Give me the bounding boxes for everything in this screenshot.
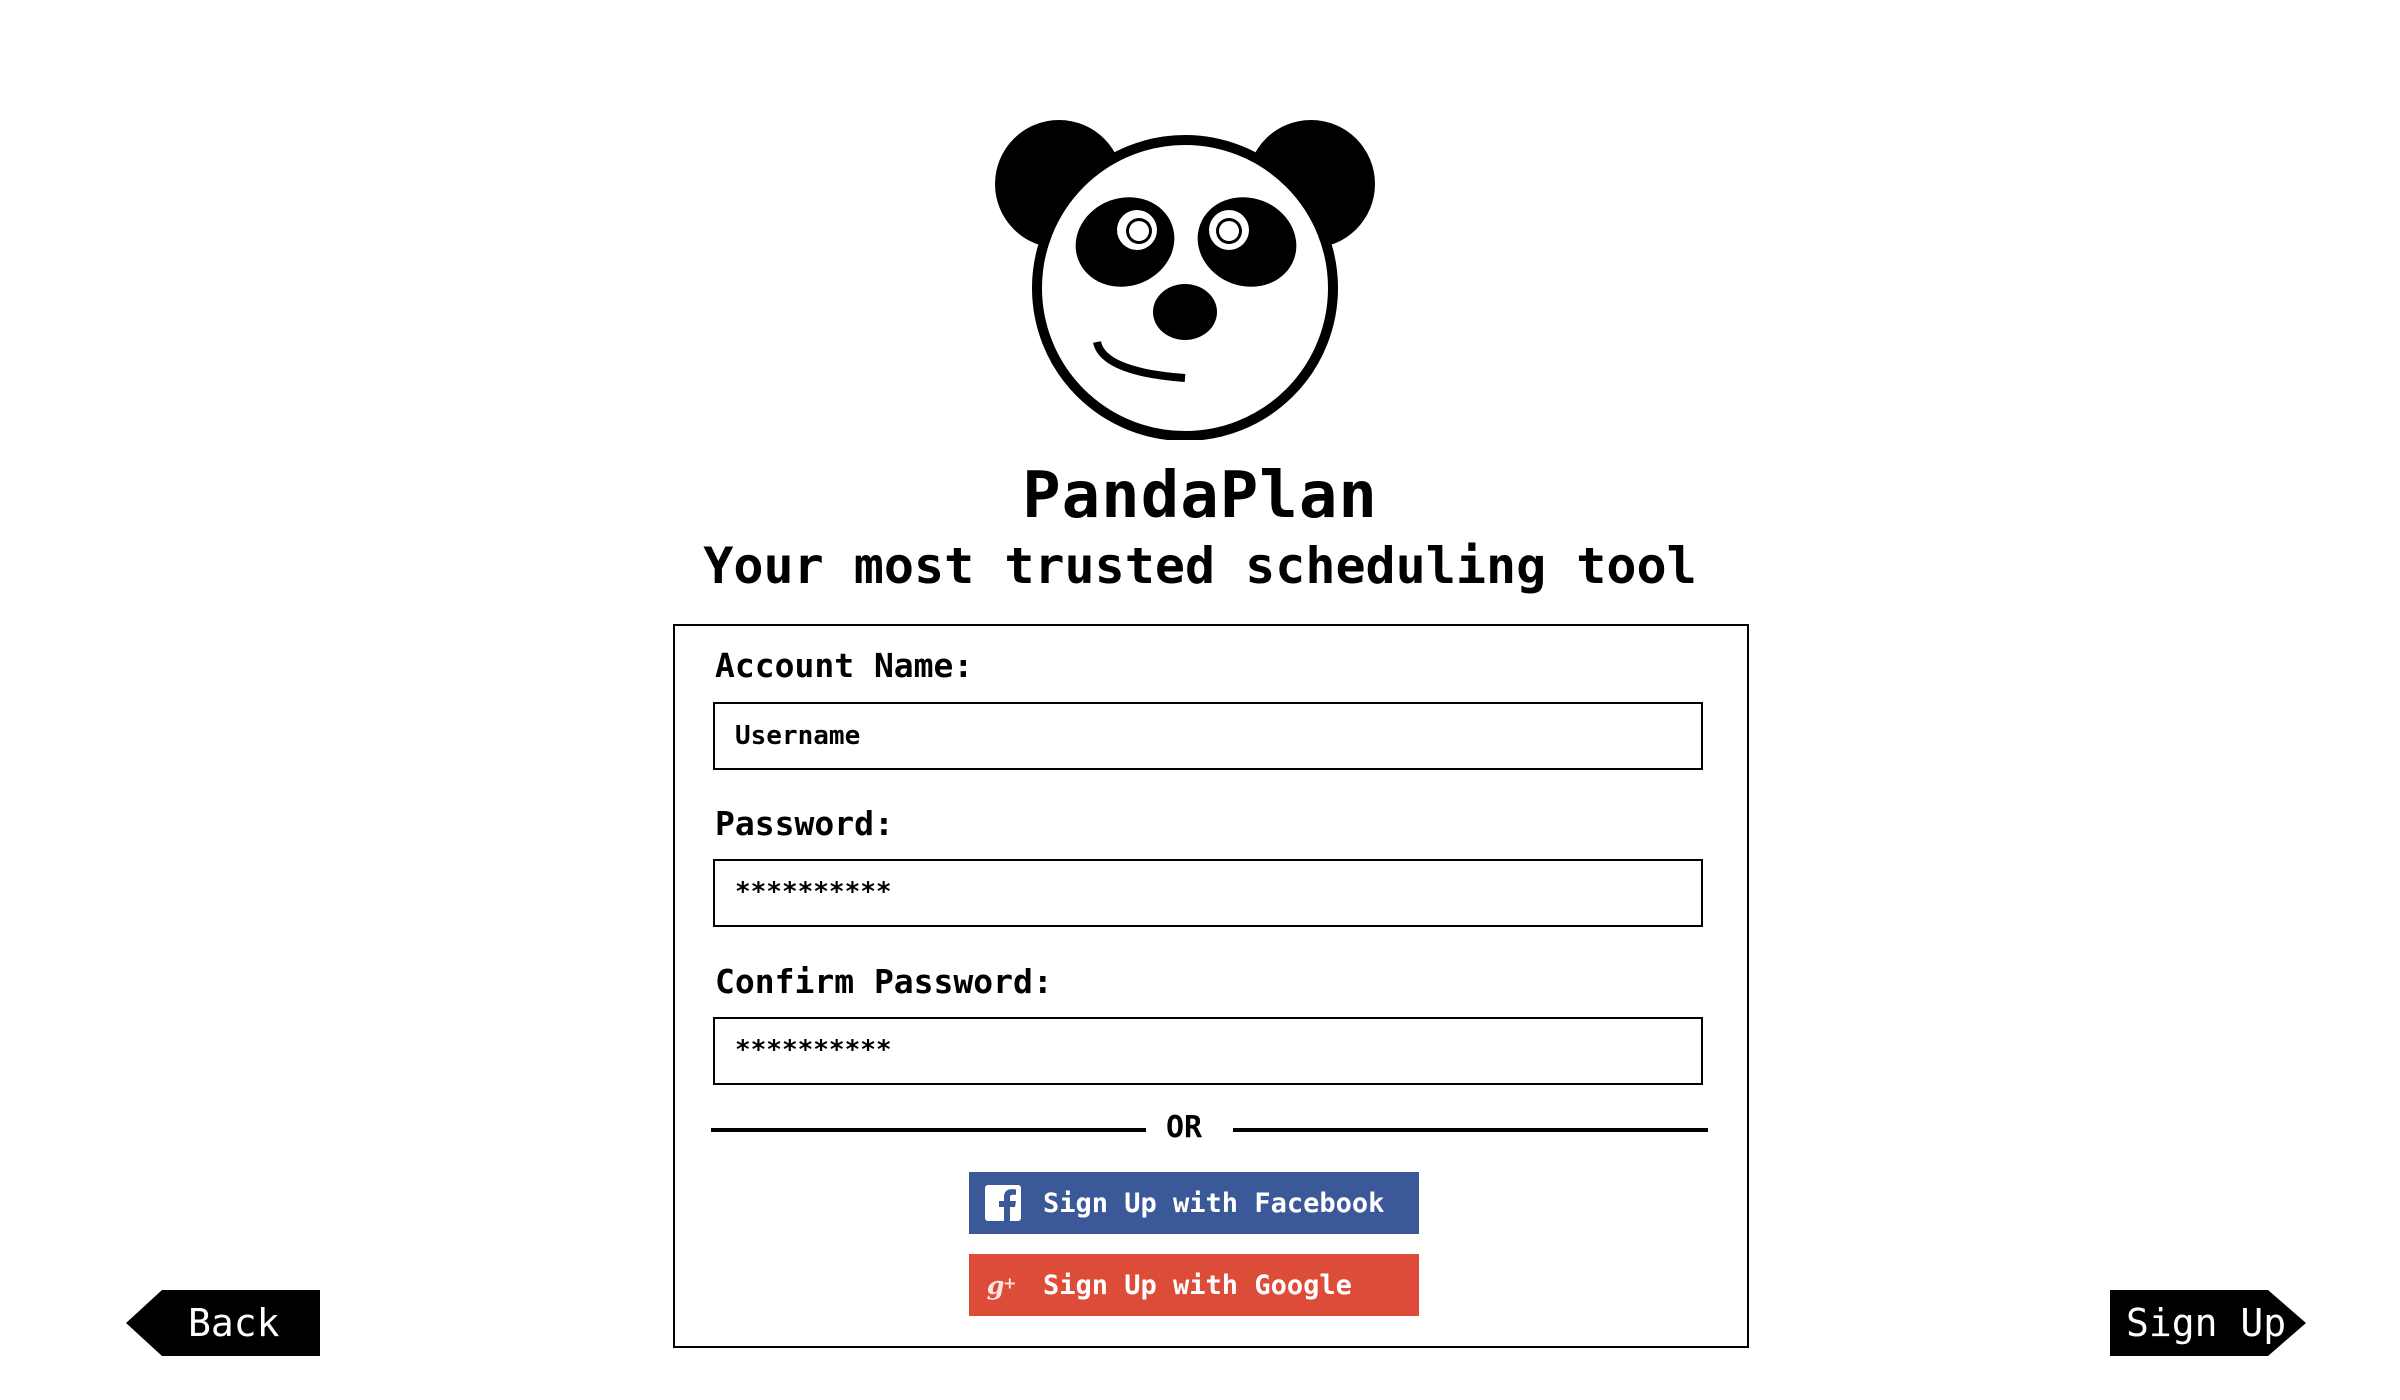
signup-button-label: Sign Up (2126, 1301, 2287, 1345)
facebook-icon (985, 1185, 1021, 1221)
confirm-password-label: Confirm Password: (715, 962, 1053, 1001)
divider-line-right (1233, 1128, 1708, 1132)
signup-form: Account Name: Password: ********** Confi… (673, 624, 1749, 1348)
svg-text:g: g (987, 1270, 1005, 1300)
or-divider-text: OR (1166, 1110, 1203, 1145)
username-input[interactable] (713, 702, 1703, 770)
password-label: Password: (715, 804, 894, 843)
facebook-signup-button[interactable]: Sign Up with Facebook (969, 1172, 1419, 1234)
back-button-label: Back (188, 1301, 280, 1345)
app-tagline: Your most trusted scheduling tool (703, 537, 1697, 595)
confirm-password-input[interactable]: ********** (713, 1017, 1703, 1085)
panda-logo (985, 110, 1385, 441)
password-input[interactable]: ********** (713, 859, 1703, 927)
back-button[interactable]: Back (126, 1290, 320, 1356)
google-signup-label: Sign Up with Google (1043, 1269, 1352, 1301)
account-name-label: Account Name: (715, 646, 974, 685)
signup-button[interactable]: Sign Up (2110, 1290, 2306, 1356)
svg-text:+: + (1003, 1274, 1017, 1293)
facebook-signup-label: Sign Up with Facebook (1043, 1187, 1385, 1219)
divider-line-left (711, 1128, 1146, 1132)
app-title: PandaPlan (1022, 459, 1378, 533)
google-plus-icon: g + (985, 1267, 1021, 1303)
google-signup-button[interactable]: g + Sign Up with Google (969, 1254, 1419, 1316)
